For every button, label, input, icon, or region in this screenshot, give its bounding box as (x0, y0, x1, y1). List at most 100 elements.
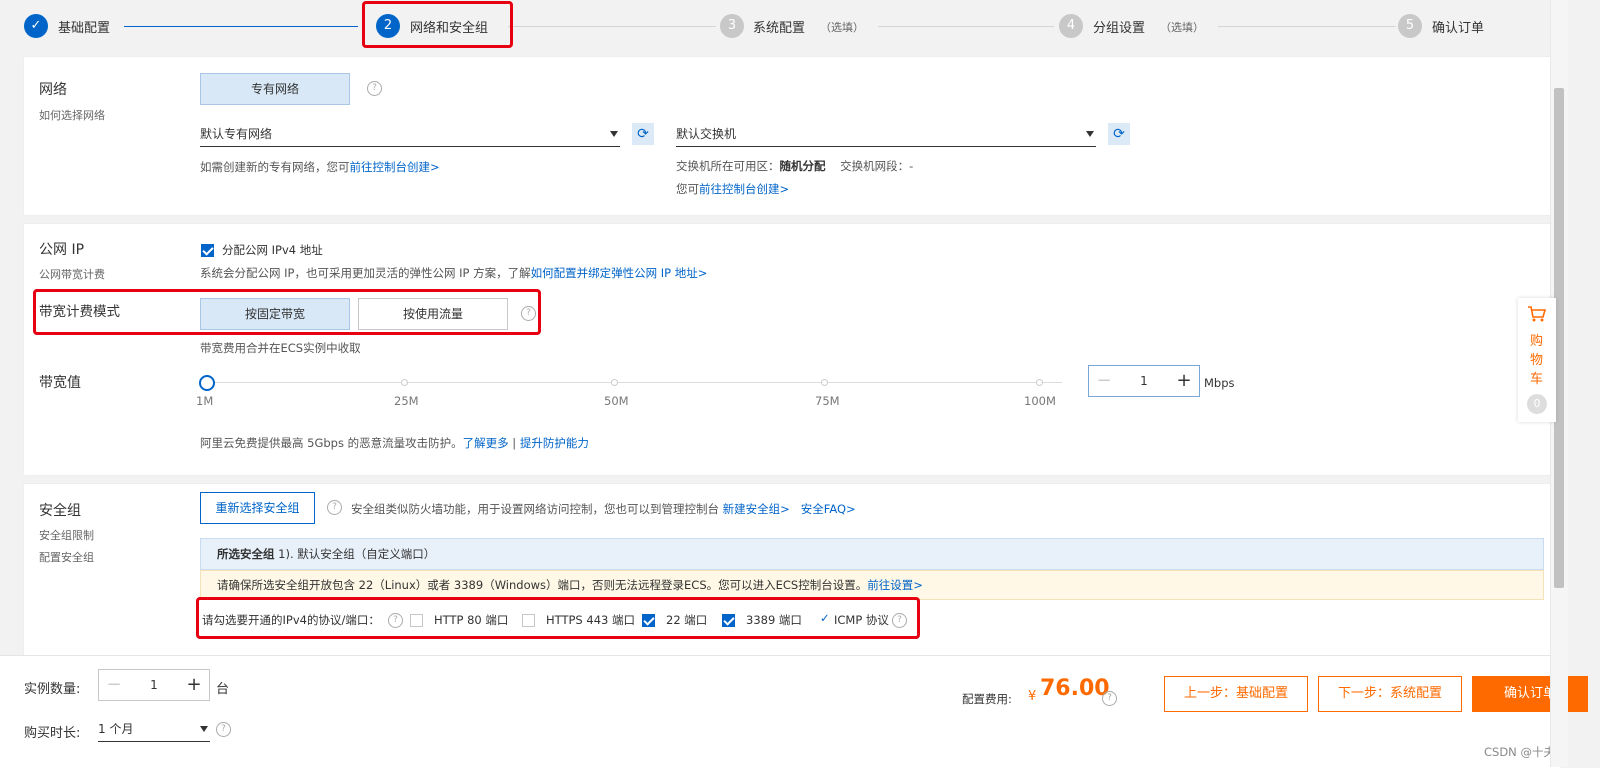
bandwidth-unit: Mbps (1204, 376, 1235, 390)
step-4-number[interactable]: 4 (1059, 14, 1083, 38)
help-icon[interactable]: ? (367, 81, 382, 96)
plus-icon[interactable]: + (179, 670, 209, 700)
tick-label: 1M (196, 394, 214, 408)
upgrade-protection-link[interactable]: 提升防护能力 (520, 436, 589, 450)
duration-select[interactable]: 1 个月 (98, 716, 210, 742)
fee-label: 配置费用: (962, 692, 1012, 706)
help-icon[interactable]: ? (216, 722, 231, 737)
fee-value: 76.00 (1040, 676, 1110, 701)
slider-mark-100 (1036, 379, 1043, 386)
minus-icon[interactable]: − (1089, 366, 1119, 396)
step-5-label[interactable]: 确认订单 (1432, 17, 1484, 36)
security-group-hint: 安全组类似防火墙功能，用于设置网络访问控制，您也可以到管理控制台 新建安全组> … (351, 502, 856, 516)
tick-label: 100M (1024, 394, 1056, 408)
billing-hint: 带宽费用合并在ECS实例中收取 (200, 341, 361, 355)
cart-count-badge: 0 (1527, 394, 1547, 414)
vpc-select[interactable]: 默认专有网络 (200, 121, 620, 147)
order-footer: 实例数量: − 1 + 台 购买时长: 1 个月 ? 配置费用: ¥ 76.00… (0, 655, 1588, 768)
public-ip-subtitle: 公网带宽计费 (39, 268, 105, 281)
step-1-label[interactable]: 基础配置 (58, 17, 110, 36)
eip-howto-link[interactable]: 如何配置并绑定弹性公网 IP 地址> (531, 266, 708, 280)
vpc-type-button[interactable]: 专有网络 (200, 73, 350, 105)
vswitch-hint: 您可前往控制台创建> (676, 182, 790, 196)
minus-icon[interactable]: − (99, 670, 129, 700)
learn-more-link[interactable]: 了解更多 (463, 436, 509, 450)
step-1-check-icon[interactable]: ✓ (24, 14, 48, 38)
assign-ipv4-label[interactable]: 分配公网 IPv4 地址 (222, 242, 323, 258)
slider-mark-25 (401, 379, 408, 386)
public-ip-hint: 系统会分配公网 IP，也可采用更加灵活的弹性公网 IP 方案，了解如何配置并绑定… (200, 266, 708, 280)
vpc-create-link[interactable]: 前往控制台创建> (350, 160, 440, 174)
cart-label-1: 购 (1530, 334, 1544, 349)
vpc-hint: 如需创建新的专有网络，您可前往控制台创建> (200, 160, 440, 174)
cart-icon (1527, 304, 1547, 324)
step-5-number[interactable]: 5 (1398, 14, 1422, 38)
tick-label: 75M (815, 394, 840, 408)
duration-value: 1 个月 (98, 722, 134, 736)
vswitch-create-link[interactable]: 前往控制台创建> (699, 182, 789, 196)
refresh-icon[interactable]: ⟳ (632, 123, 654, 145)
step-line-2 (508, 26, 716, 27)
quantity-value[interactable]: 1 (129, 670, 179, 700)
vswitch-select[interactable]: 默认交换机 (676, 121, 1096, 147)
step-3-number[interactable]: 3 (720, 14, 744, 38)
cart-label-3: 车 (1530, 372, 1544, 387)
vswitch-select-value: 默认交换机 (676, 127, 737, 141)
bandwidth-slider-handle[interactable] (199, 375, 215, 391)
security-group-title: 安全组 (39, 503, 81, 519)
step-line-4 (1218, 26, 1396, 27)
tick-label: 25M (394, 394, 419, 408)
duration-label: 购买时长: (24, 726, 81, 741)
highlight-step-2 (362, 1, 513, 48)
security-group-subtitle-1[interactable]: 安全组限制 (39, 527, 94, 543)
network-panel: 网络 如何选择网络 专有网络 ? 默认专有网络 ⟳ 默认交换机 ⟳ 如需创建新的… (24, 57, 1560, 215)
steps-bar: ✓ 基础配置 2 网络和安全组 3 系统配置 （选填） 4 分组设置 （选填） … (0, 0, 1560, 52)
plus-icon[interactable]: + (1169, 366, 1199, 396)
step-line-3 (878, 26, 1054, 27)
selected-security-group-bar: 所选安全组 1). 默认安全组（自定义端口） (200, 538, 1544, 570)
goto-settings-link[interactable]: 前往设置> (867, 578, 923, 592)
highlight-ports (196, 597, 920, 639)
bandwidth-slider-track[interactable] (207, 382, 1062, 383)
confirm-order-button[interactable]: 确认订单 (1472, 676, 1588, 712)
cart-label-2: 物 (1530, 353, 1544, 368)
prev-step-button[interactable]: 上一步：基础配置 (1164, 676, 1308, 712)
vpc-select-value: 默认专有网络 (200, 127, 273, 141)
tick-label: 50M (604, 394, 629, 408)
highlight-billing-mode (33, 289, 541, 335)
chevron-down-icon (610, 131, 618, 137)
security-group-panel: 安全组 安全组限制 配置安全组 重新选择安全组 ? 安全组类似防火墙功能，用于设… (24, 484, 1560, 655)
assign-ipv4-checkbox[interactable] (201, 244, 214, 257)
shopping-cart-widget[interactable]: 购 物 车 0 (1518, 298, 1556, 422)
bandwidth-stepper[interactable]: − 1 + (1088, 365, 1200, 397)
public-ip-title: 公网 IP (39, 242, 85, 258)
slider-mark-50 (611, 379, 618, 386)
quantity-stepper[interactable]: − 1 + (98, 669, 210, 701)
step-3-label[interactable]: 系统配置 (753, 17, 805, 36)
step-line-1 (124, 26, 358, 27)
ddos-hint: 阿里云免费提供最高 5Gbps 的恶意流量攻击防护。了解更多 | 提升防护能力 (200, 436, 589, 450)
step-4-label[interactable]: 分组设置 (1093, 17, 1145, 36)
public-ip-panel: 公网 IP 公网带宽计费 分配公网 IPv4 地址 系统会分配公网 IP，也可采… (24, 224, 1560, 475)
quantity-unit: 台 (216, 682, 230, 697)
reselect-security-group-button[interactable]: 重新选择安全组 (200, 492, 315, 524)
security-group-subtitle-2[interactable]: 配置安全组 (39, 549, 94, 565)
currency-symbol: ¥ (1028, 689, 1037, 704)
step-4-optional: （选填） (1160, 21, 1204, 34)
zone-hint: 交换机所在可用区：随机分配 交换机网段：- (676, 159, 914, 173)
help-icon[interactable]: ? (1102, 691, 1117, 706)
quantity-label: 实例数量: (24, 682, 81, 697)
bandwidth-value[interactable]: 1 (1119, 366, 1169, 396)
chevron-down-icon (200, 726, 208, 732)
network-subtitle[interactable]: 如何选择网络 (39, 107, 105, 123)
refresh-icon[interactable]: ⟳ (1108, 123, 1130, 145)
slider-mark-75 (821, 379, 828, 386)
step-3-optional: （选填） (820, 21, 864, 34)
security-faq-link[interactable]: 安全FAQ> (801, 502, 856, 516)
network-title: 网络 (39, 82, 67, 98)
next-step-button[interactable]: 下一步：系统配置 (1318, 676, 1462, 712)
help-icon[interactable]: ? (327, 500, 342, 515)
port-warning-bar: 请确保所选安全组开放包含 22（Linux）或者 3389（Windows）端口… (200, 570, 1544, 600)
chevron-down-icon (1086, 131, 1094, 137)
new-security-group-link[interactable]: 新建安全组> (723, 502, 790, 516)
